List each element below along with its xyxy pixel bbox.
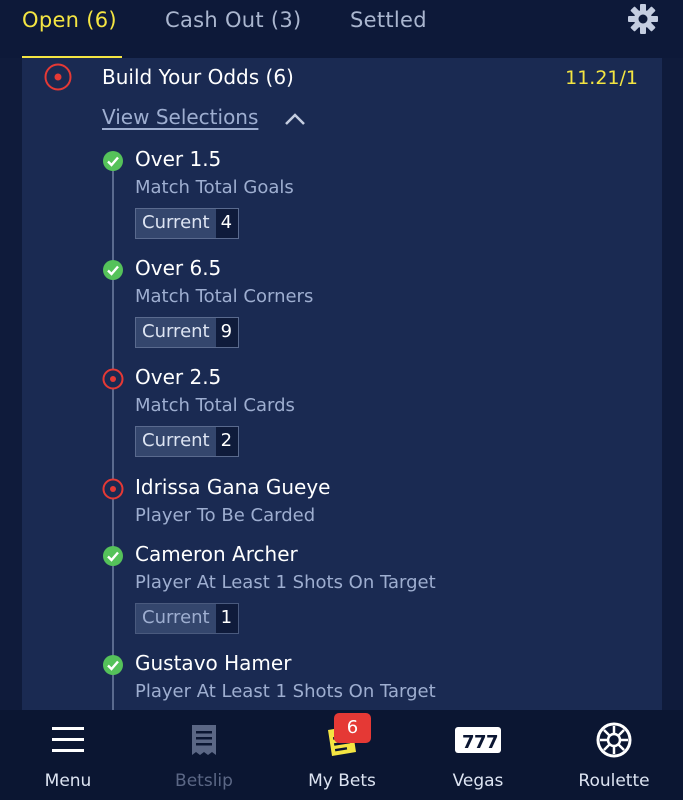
- roulette-wheel-icon: [596, 722, 632, 758]
- selection-timeline: [112, 160, 114, 710]
- nav-menu[interactable]: Menu: [8, 710, 128, 800]
- selection-name: Cameron Archer: [135, 542, 298, 566]
- current-stat: Current 2: [135, 426, 240, 457]
- target-icon: [102, 478, 124, 500]
- nav-betslip-label: Betslip: [175, 771, 233, 791]
- nav-roulette[interactable]: Roulette: [554, 710, 674, 800]
- nav-my-bets-label: My Bets: [308, 771, 376, 791]
- selection-market: Player At Least 1 Shots On Target: [135, 681, 436, 702]
- tab-cash-out[interactable]: Cash Out (3): [165, 8, 302, 32]
- selection-market: Match Total Cards: [135, 395, 295, 416]
- current-value: 4: [215, 209, 239, 238]
- bet-card: Build Your Odds (6) 11.21/1 View Selecti…: [22, 58, 662, 710]
- bet-tabs: Open (6) Cash Out (3) Settled: [0, 0, 683, 59]
- nav-betslip[interactable]: Betslip: [144, 710, 264, 800]
- current-stat: Current 4: [135, 208, 240, 239]
- my-bets-count-badge: 6: [334, 713, 371, 743]
- selection-name: Idrissa Gana Gueye: [135, 475, 331, 499]
- current-label: Current: [142, 321, 210, 342]
- gear-icon[interactable]: [627, 3, 659, 35]
- selection-market: Match Total Goals: [135, 177, 294, 198]
- selection-market: Player To Be Carded: [135, 505, 316, 526]
- current-stat: Current 9: [135, 317, 240, 348]
- view-selections-link[interactable]: View Selections: [102, 105, 258, 129]
- check-circle-icon: [103, 260, 123, 280]
- selection-name: Over 1.5: [135, 147, 222, 171]
- current-value: 2: [215, 427, 239, 456]
- nav-vegas-label: Vegas: [452, 771, 504, 791]
- receipt-icon: [192, 725, 216, 755]
- svg-text:7: 7: [474, 732, 487, 753]
- current-value: 9: [215, 318, 239, 347]
- current-label: Current: [142, 430, 210, 451]
- current-stat: Current 1: [135, 603, 240, 634]
- tab-settled[interactable]: Settled: [350, 8, 427, 32]
- selection-name: Over 2.5: [135, 365, 222, 389]
- svg-text:7: 7: [462, 732, 475, 753]
- slot-777-icon: 7 7 7: [455, 727, 501, 753]
- nav-roulette-label: Roulette: [578, 771, 650, 791]
- current-value: 1: [215, 604, 239, 633]
- check-circle-icon: [103, 546, 123, 566]
- nav-vegas[interactable]: 7 7 7 Vegas: [418, 710, 538, 800]
- bet-odds: 11.21/1: [565, 67, 638, 89]
- selection-name: Gustavo Hamer: [135, 651, 292, 675]
- svg-text:7: 7: [486, 732, 499, 753]
- tab-open[interactable]: Open (6): [22, 8, 117, 32]
- target-icon: [44, 63, 72, 91]
- bet-title: Build Your Odds (6): [102, 65, 294, 89]
- selection-name: Over 6.5: [135, 256, 222, 280]
- selection-market: Player At Least 1 Shots On Target: [135, 572, 436, 593]
- selection-market: Match Total Corners: [135, 286, 314, 307]
- current-label: Current: [142, 607, 210, 628]
- hamburger-icon: [52, 727, 84, 752]
- current-label: Current: [142, 212, 210, 233]
- chevron-up-icon[interactable]: [284, 112, 306, 126]
- check-circle-icon: [103, 151, 123, 171]
- nav-menu-label: Menu: [44, 771, 92, 791]
- check-circle-icon: [103, 655, 123, 675]
- target-icon: [102, 368, 124, 390]
